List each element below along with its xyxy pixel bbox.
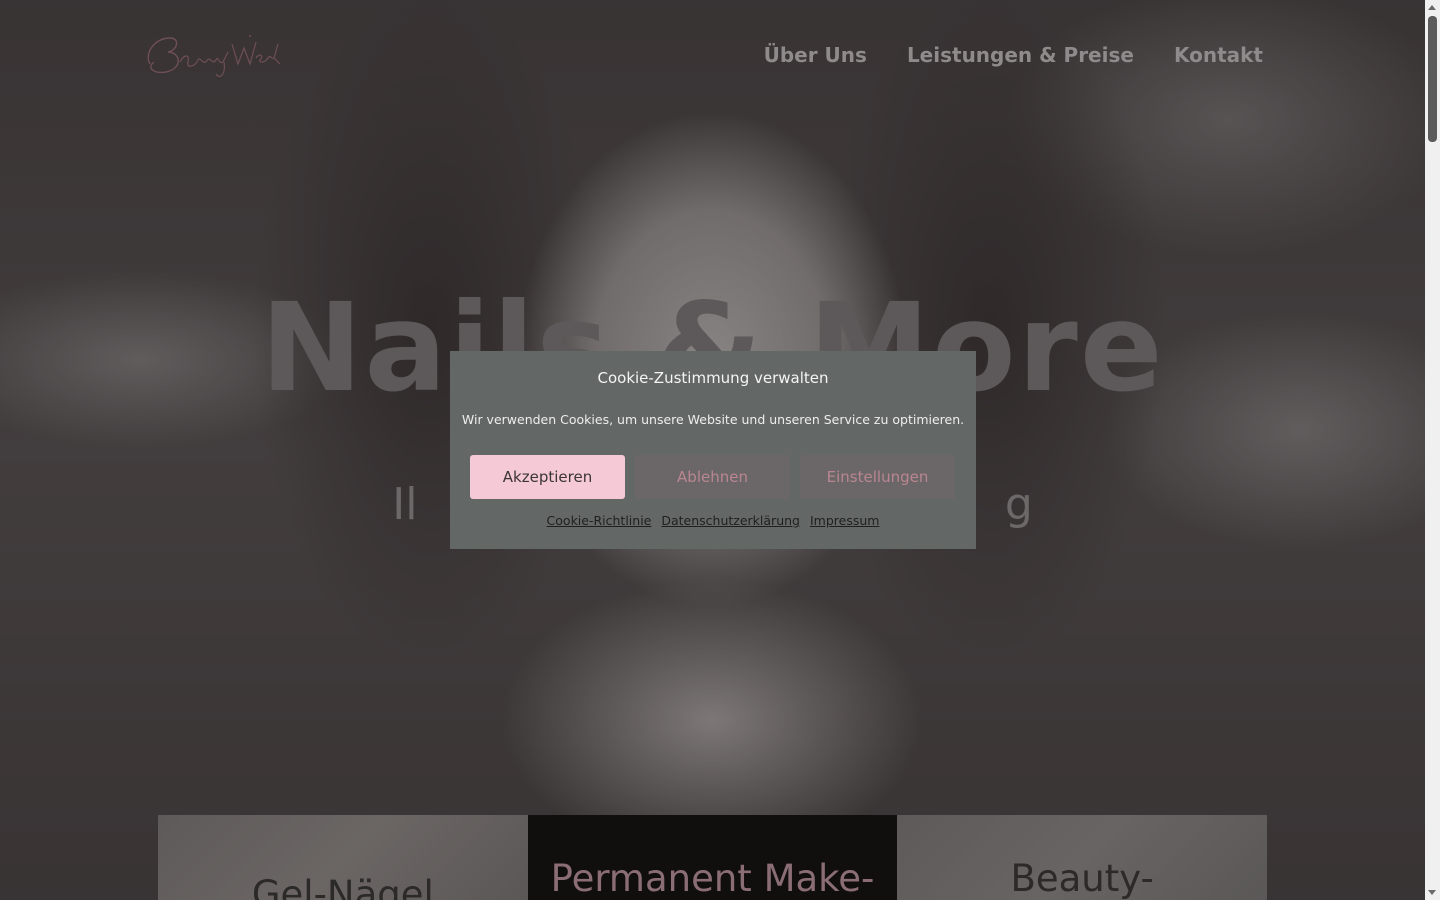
imprint-link[interactable]: Impressum bbox=[810, 513, 879, 528]
service-card-gel-naegel[interactable]: Gel-Nägel bbox=[158, 815, 528, 900]
cookie-dialog-text: Wir verwenden Cookies, um unsere Website… bbox=[461, 412, 965, 427]
service-card-permanent-make-up[interactable]: Permanent Make- bbox=[527, 815, 898, 900]
cookie-consent-dialog: Cookie-Zustimmung verwalten Wir verwende… bbox=[450, 351, 976, 549]
service-card-beauty[interactable]: Beauty- bbox=[897, 815, 1268, 900]
cookie-dialog-title: Cookie-Zustimmung verwalten bbox=[597, 369, 829, 387]
service-card-title: Gel-Nägel bbox=[251, 873, 434, 900]
nav-item-kontakt[interactable]: Kontakt bbox=[1174, 40, 1263, 70]
cookie-settings-button[interactable]: Einstellungen bbox=[800, 455, 955, 499]
service-card-title: Permanent Make- bbox=[550, 857, 875, 900]
deny-cookies-button[interactable]: Ablehnen bbox=[635, 455, 790, 499]
scroll-up-icon[interactable] bbox=[1428, 5, 1436, 10]
page-scrollbar[interactable] bbox=[1425, 0, 1440, 900]
main-nav: Über Uns Leistungen & Preise Kontakt bbox=[764, 40, 1263, 70]
scroll-down-icon[interactable] bbox=[1428, 890, 1436, 895]
nav-item-leistungen-preise[interactable]: Leistungen & Preise bbox=[907, 40, 1134, 70]
scroll-thumb[interactable] bbox=[1428, 16, 1437, 142]
privacy-policy-link[interactable]: Datenschutzerklärung bbox=[661, 513, 800, 528]
brand-logo[interactable] bbox=[140, 24, 285, 84]
nav-item-ueber-uns[interactable]: Über Uns bbox=[764, 40, 867, 70]
service-cards: Gel-Nägel Permanent Make- Beauty- bbox=[158, 815, 1268, 900]
service-card-title: Beauty- bbox=[1010, 857, 1154, 900]
logo-script-icon bbox=[147, 35, 281, 77]
cookie-links: Cookie-Richtlinie Datenschutzerklärung I… bbox=[450, 513, 976, 529]
accept-cookies-button[interactable]: Akzeptieren bbox=[470, 455, 625, 499]
cookie-policy-link[interactable]: Cookie-Richtlinie bbox=[547, 513, 652, 528]
